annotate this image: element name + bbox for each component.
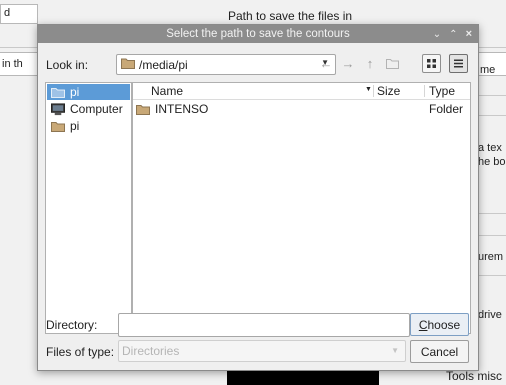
sidebar-item-label: pi xyxy=(70,85,80,99)
sidebar-item-label: Computer xyxy=(70,102,123,116)
close-icon[interactable]: × xyxy=(466,28,472,40)
navigation-buttons: ← → ↑ xyxy=(319,55,399,71)
filetype-combo[interactable]: Directories ▼ xyxy=(118,340,406,362)
filetype-value: Directories xyxy=(122,344,180,358)
up-arrow-icon[interactable]: ↑ xyxy=(363,55,377,71)
lookin-row: Look in: xyxy=(46,55,88,75)
folder-icon xyxy=(51,86,65,98)
bg-right-label-5: drive xyxy=(478,309,502,321)
dialog-titlebar[interactable]: Select the path to save the contours ⌄ ⌃… xyxy=(38,25,478,43)
table-row[interactable]: INTENSO Folder xyxy=(133,101,470,117)
choose-mnemonic: C xyxy=(418,317,428,332)
sidebar-item-pi-selected[interactable]: pi xyxy=(47,84,130,100)
bg-bottom-label: Tools misc xyxy=(446,369,503,383)
window-controls: ⌄ ⌃ × xyxy=(433,25,472,43)
places-sidebar: pi Computer pi xyxy=(45,82,132,334)
lookin-combo[interactable]: /media/pi ▼ xyxy=(116,54,336,75)
new-folder-icon[interactable] xyxy=(385,55,399,71)
lookin-value: /media/pi xyxy=(139,57,188,72)
directory-label: Directory: xyxy=(46,318,98,332)
column-separator xyxy=(373,85,374,97)
bg-divider-3 xyxy=(477,115,506,116)
select-path-dialog: Select the path to save the contours ⌄ ⌃… xyxy=(37,24,479,371)
sort-arrow-icon: ▼ xyxy=(365,86,372,93)
bg-top-input[interactable]: d xyxy=(0,4,38,24)
file-list-header: Name ▼ Size Type xyxy=(133,83,470,100)
bg-right-label-4: urem xyxy=(478,251,504,263)
lookin-label: Look in: xyxy=(46,58,89,72)
forward-arrow-icon[interactable]: → xyxy=(341,55,355,71)
detail-view-button[interactable] xyxy=(449,54,468,73)
column-size-header[interactable]: Size xyxy=(377,84,400,98)
folder-icon xyxy=(51,120,65,132)
bg-right-label-3: he bo xyxy=(478,156,506,168)
maximize-icon[interactable]: ⌃ xyxy=(449,29,457,40)
sidebar-item-label: pi xyxy=(70,119,80,133)
bg-divider-2 xyxy=(477,95,506,96)
column-separator xyxy=(424,85,425,97)
bg-left-label: in th xyxy=(2,58,23,70)
detail-view-icon xyxy=(454,59,463,68)
icon-view-icon xyxy=(427,59,436,68)
bg-right-label-2: a tex xyxy=(478,142,502,154)
dropdown-arrow-icon: ▼ xyxy=(391,346,399,355)
bg-top-label: Path to save the files in xyxy=(228,9,353,23)
bg-divider-6 xyxy=(477,275,506,276)
file-list: Name ▼ Size Type INTENSO Folder ◀ ▶ xyxy=(132,82,471,334)
column-type-header[interactable]: Type xyxy=(429,84,455,98)
directory-input[interactable] xyxy=(118,313,410,337)
sidebar-item-computer[interactable]: Computer xyxy=(47,101,130,117)
file-name: INTENSO xyxy=(155,102,209,116)
file-name-cell: INTENSO xyxy=(136,102,208,116)
bg-right-label-1: me xyxy=(480,64,496,76)
cancel-button[interactable]: Cancel xyxy=(410,340,469,363)
computer-icon xyxy=(51,102,65,115)
file-type: Folder xyxy=(429,102,464,116)
folder-icon xyxy=(121,57,135,72)
choose-label: hoose xyxy=(427,317,461,332)
choose-button[interactable]: Choose xyxy=(410,313,469,336)
folder-icon xyxy=(136,104,150,115)
minimize-icon[interactable]: ⌄ xyxy=(433,29,441,40)
bg-top-input-text: d xyxy=(4,7,11,19)
sidebar-item-pi[interactable]: pi xyxy=(47,118,130,134)
bg-divider-4 xyxy=(477,213,506,214)
bg-divider-5 xyxy=(477,235,506,236)
filetype-label: Files of type: xyxy=(46,345,115,359)
back-arrow-icon[interactable]: ← xyxy=(319,55,333,71)
dialog-title: Select the path to save the contours xyxy=(166,28,350,40)
column-name-header[interactable]: Name xyxy=(151,84,183,98)
icon-view-button[interactable] xyxy=(422,54,441,73)
